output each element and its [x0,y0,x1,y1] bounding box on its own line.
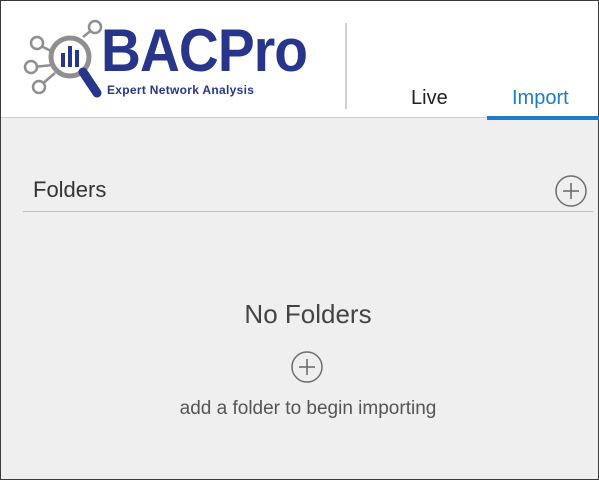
app-window: BACPro Expert Network Analysis Live Impo… [0,0,599,480]
header: BACPro Expert Network Analysis Live Impo… [1,1,599,120]
add-folder-button[interactable] [554,174,588,208]
empty-state-title: No Folders [244,299,372,329]
brand-tagline: Expert Network Analysis [107,83,255,97]
tab-import[interactable]: Import [512,87,569,110]
folders-section-header: Folders [23,167,593,212]
active-tab-indicator [487,116,599,120]
brand-name: BACPro [101,17,308,84]
empty-state-hint: add a folder to begin importing [179,398,437,419]
brand-logo: BACPro Expert Network Analysis [23,15,313,105]
folders-title: Folders [33,177,107,202]
network-magnifier-logo-icon [23,19,103,98]
empty-state-add-folder-button[interactable] [290,350,324,384]
header-divider [345,23,347,109]
tab-live[interactable]: Live [411,87,448,110]
